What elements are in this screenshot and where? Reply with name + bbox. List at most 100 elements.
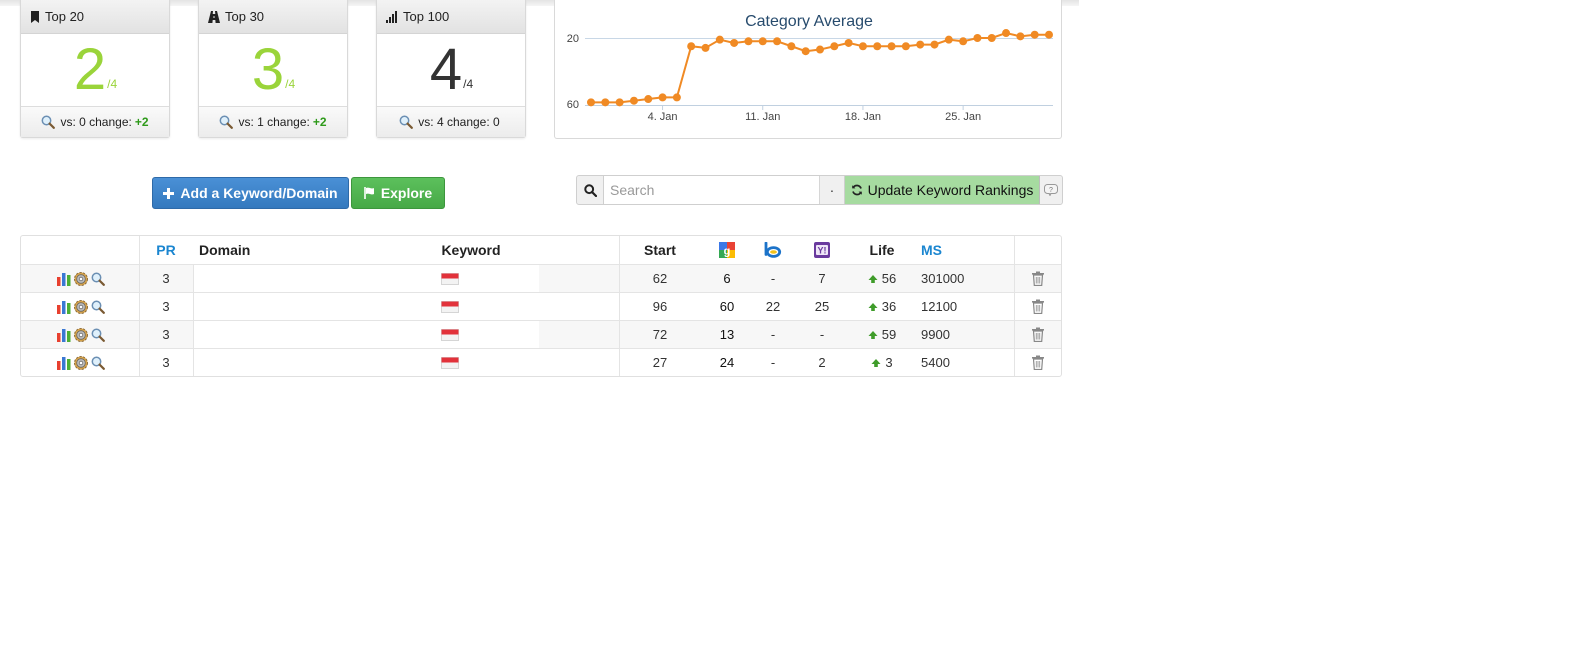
data-point[interactable]: [1045, 30, 1053, 39]
data-point[interactable]: [930, 40, 939, 49]
x-tick-label: 18. Jan: [845, 111, 881, 123]
domain-column-header[interactable]: Domain: [193, 236, 263, 264]
data-point[interactable]: [615, 98, 624, 107]
yahoo-icon: Y!: [814, 242, 830, 258]
table-header-row: PR Domain Keyword Start g Y! Life MS: [21, 236, 1061, 264]
search-options-button[interactable]: ·: [820, 176, 845, 204]
data-point[interactable]: [916, 40, 925, 49]
data-point[interactable]: [773, 37, 782, 46]
arrow-up-icon: [868, 330, 878, 339]
arrow-up-icon: [868, 274, 878, 283]
column-divider: [193, 264, 194, 376]
bar-chart-icon[interactable]: [56, 327, 72, 342]
explore-button[interactable]: Explore: [351, 177, 445, 209]
data-point[interactable]: [944, 35, 953, 44]
card-footer[interactable]: vs: 1 change: +2: [199, 106, 347, 137]
svg-text:?: ?: [1049, 187, 1053, 194]
data-point[interactable]: [973, 34, 982, 42]
card-header: Top 20: [21, 0, 169, 34]
data-point[interactable]: [715, 35, 724, 44]
data-point[interactable]: [701, 43, 710, 52]
series-line: [591, 32, 1049, 104]
help-bubble-icon: ?: [1044, 184, 1058, 196]
table-row: 3 62 6 - 7 56 301000: [21, 264, 1061, 292]
data-point[interactable]: [858, 42, 867, 51]
card-footer[interactable]: vs: 4 change: 0: [377, 106, 525, 137]
ms-column-header[interactable]: MS: [915, 236, 951, 264]
data-point[interactable]: [901, 42, 910, 51]
delete-button[interactable]: [1024, 321, 1052, 348]
keyword-column-header[interactable]: Keyword: [421, 236, 521, 264]
data-point[interactable]: [730, 38, 739, 47]
card-label: Top 30: [225, 9, 265, 24]
card-footer[interactable]: vs: 0 change: +2: [21, 106, 169, 137]
row-actions: [49, 321, 111, 348]
x-tick-label: 25. Jan: [945, 111, 981, 123]
card-value: 2/4: [21, 34, 169, 106]
row-life-value: 56: [881, 271, 897, 286]
gear-icon[interactable]: [73, 355, 89, 371]
delete-button[interactable]: [1024, 293, 1052, 320]
card-denominator: /4: [463, 77, 474, 92]
flag-icon: [439, 265, 461, 292]
data-point[interactable]: [959, 37, 968, 46]
data-point[interactable]: [816, 45, 824, 54]
card-value: 3/4: [199, 34, 347, 106]
data-point[interactable]: [601, 98, 610, 107]
road-icon: [208, 10, 220, 23]
data-point[interactable]: [672, 93, 681, 102]
trash-icon: [1032, 355, 1044, 370]
gear-icon[interactable]: [73, 327, 89, 343]
domain-cell: [194, 321, 359, 348]
column-divider: [139, 236, 140, 376]
data-point[interactable]: [844, 38, 853, 47]
magnifier-icon[interactable]: [91, 272, 105, 286]
data-point[interactable]: [629, 96, 638, 105]
card-count: 3: [251, 37, 285, 102]
start-column-header[interactable]: Start: [621, 236, 699, 264]
data-point[interactable]: [787, 42, 796, 51]
magnifier-icon[interactable]: [91, 300, 105, 314]
top-30-card: Top 30 3/4 vs: 1 change: +2: [198, 0, 348, 138]
data-point[interactable]: [830, 42, 839, 51]
delete-button[interactable]: [1024, 349, 1052, 376]
search-input[interactable]: [604, 176, 820, 204]
update-keyword-rankings-button[interactable]: Update Keyword Rankings: [845, 176, 1040, 204]
x-tick-label: 4. Jan: [648, 111, 678, 123]
update-keyword-rankings-label: Update Keyword Rankings: [867, 182, 1034, 198]
pr-column-header[interactable]: PR: [139, 236, 193, 264]
flag-icon: [439, 321, 461, 348]
data-point[interactable]: [658, 93, 667, 102]
magnifier-icon[interactable]: [91, 328, 105, 342]
data-point[interactable]: [1016, 32, 1025, 41]
data-point[interactable]: [758, 37, 767, 46]
data-point[interactable]: [687, 42, 696, 51]
google-column-header[interactable]: g: [709, 236, 745, 264]
help-button[interactable]: ?: [1040, 176, 1062, 204]
data-point[interactable]: [873, 42, 882, 51]
data-point[interactable]: [1030, 30, 1039, 39]
gear-icon[interactable]: [73, 299, 89, 315]
data-point[interactable]: [587, 98, 595, 107]
table-body: 3 62 6 - 7 56 301000 3 96 60 22 25 36 12…: [21, 264, 1061, 376]
add-keyword-domain-button[interactable]: Add a Keyword/Domain: [152, 177, 349, 209]
life-column-header[interactable]: Life: [857, 236, 907, 264]
table-row: 3 27 24 - 2 3 5400: [21, 348, 1061, 376]
gear-icon[interactable]: [73, 271, 89, 287]
data-point[interactable]: [644, 95, 653, 104]
data-point[interactable]: [987, 34, 996, 42]
table-row: 3 72 13 - - 59 9900: [21, 320, 1061, 348]
magnifier-icon[interactable]: [91, 356, 105, 370]
row-ms: 9900: [921, 327, 950, 342]
data-point[interactable]: [801, 47, 810, 56]
yahoo-column-header[interactable]: Y!: [804, 236, 840, 264]
bar-chart-icon[interactable]: [56, 299, 72, 314]
bing-column-header[interactable]: [756, 236, 790, 264]
trash-icon: [1032, 271, 1044, 286]
data-point[interactable]: [887, 42, 896, 51]
bar-chart-icon[interactable]: [56, 355, 72, 370]
data-point[interactable]: [1002, 29, 1011, 38]
data-point[interactable]: [744, 37, 753, 46]
bar-chart-icon[interactable]: [56, 271, 72, 286]
delete-button[interactable]: [1024, 265, 1052, 292]
